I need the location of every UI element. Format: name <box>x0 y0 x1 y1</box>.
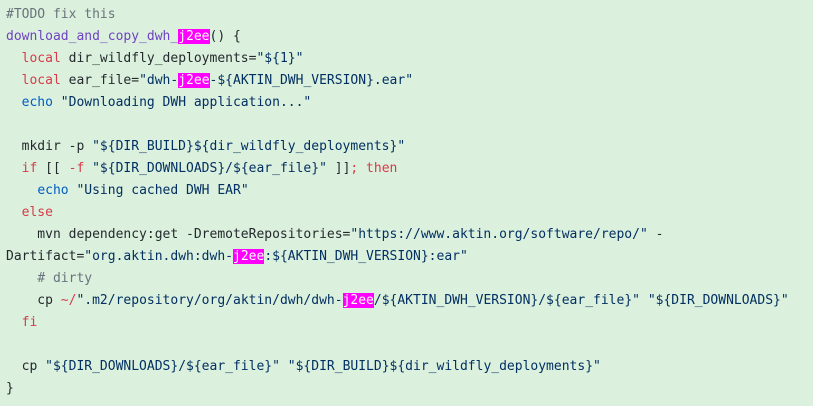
code-line: mvn dependency:get -DremoteRepositories=… <box>6 224 813 246</box>
keyword: local <box>21 51 61 66</box>
keyword: else <box>21 205 53 220</box>
search-highlight: j2ee <box>178 29 210 44</box>
code-text: ]] <box>326 161 351 176</box>
string-literal: "${DIR_DOWNLOADS}/${ear_file}" <box>45 359 280 374</box>
code-line: local dir_wildfly_deployments="${1}" <box>6 48 813 70</box>
code-text: cp <box>6 293 61 308</box>
code-line: mkdir -p "${DIR_BUILD}${dir_wildfly_depl… <box>6 136 813 158</box>
code-text: dir_wildfly_deployments= <box>60 51 257 66</box>
keyword: if <box>21 161 38 176</box>
code-line: #TODO fix this <box>6 4 813 26</box>
string-literal: -${AKTIN_DWH_VERSION}.ear" <box>209 73 414 88</box>
string-literal: "dwh- <box>139 73 179 88</box>
search-highlight: j2ee <box>178 73 210 88</box>
string-literal: "${1}" <box>256 51 304 66</box>
code-text: [[ <box>37 161 69 176</box>
string-literal: /${AKTIN_DWH_VERSION}/${ear_file}" <box>373 293 640 308</box>
code-text: ear_file= <box>60 73 140 88</box>
code-line: echo "Downloading DWH application..." <box>6 92 813 114</box>
code-line: local ear_file="dwh-j2ee-${AKTIN_DWH_VER… <box>6 70 813 92</box>
keyword: local <box>21 73 61 88</box>
keyword: ; then <box>350 161 398 176</box>
code-text: mkdir -p <box>6 139 93 154</box>
code-line: cp ~/".m2/repository/org/aktin/dwh/dwh-j… <box>6 290 813 312</box>
keyword: -f <box>68 161 85 176</box>
code-comment: #TODO fix this <box>6 7 116 22</box>
string-literal: "${DIR_DOWNLOADS}/${ear_file}" <box>92 161 327 176</box>
string-literal: "org.aktin.dwh:dwh- <box>84 249 233 264</box>
code-line: cp "${DIR_DOWNLOADS}/${ear_file}" "${DIR… <box>6 356 813 378</box>
code-line: # dirty <box>6 268 813 290</box>
code-text: - <box>647 227 664 242</box>
code-line: echo "Using cached DWH EAR" <box>6 180 813 202</box>
string-literal: "https://www.aktin.org/software/repo/" <box>350 227 648 242</box>
string-literal: ".m2/repository/org/aktin/dwh/dwh- <box>76 293 343 308</box>
code-text: cp <box>6 359 46 374</box>
code-block: #TODO fix this download_and_copy_dwh_j2ee… <box>0 0 813 406</box>
search-highlight: j2ee <box>233 249 265 264</box>
keyword: fi <box>21 315 38 330</box>
code-text: () { <box>209 29 241 44</box>
code-text: } <box>6 381 14 396</box>
search-highlight: j2ee <box>342 293 374 308</box>
keyword: ~/ <box>60 293 77 308</box>
code-line: if [[ -f "${DIR_DOWNLOADS}/${ear_file}" … <box>6 158 813 180</box>
string-literal: "Downloading DWH application..." <box>60 95 312 110</box>
code-line: download_and_copy_dwh_j2ee() { <box>6 26 813 48</box>
code-line: else <box>6 202 813 224</box>
code-text: Dartifact= <box>6 249 85 264</box>
code-comment: # dirty <box>37 271 93 286</box>
code-text: mvn dependency:get -DremoteRepositories= <box>6 227 351 242</box>
string-literal: :${AKTIN_DWH_VERSION}:ear" <box>264 249 468 264</box>
code-line: Dartifact="org.aktin.dwh:dwh-j2ee:${AKTI… <box>6 246 813 268</box>
string-literal: "${DIR_BUILD}${dir_wildfly_deployments}" <box>287 359 601 374</box>
string-literal: "Using cached DWH EAR" <box>76 183 249 198</box>
function-name: download_and_copy_dwh_ <box>6 29 179 44</box>
builtin-command: echo <box>21 95 53 110</box>
code-line: } <box>6 378 813 400</box>
string-literal: "${DIR_BUILD}${dir_wildfly_deployments}" <box>92 139 406 154</box>
string-literal: "${DIR_DOWNLOADS}" <box>647 293 789 308</box>
code-line: fi <box>6 312 813 334</box>
builtin-command: echo <box>37 183 69 198</box>
